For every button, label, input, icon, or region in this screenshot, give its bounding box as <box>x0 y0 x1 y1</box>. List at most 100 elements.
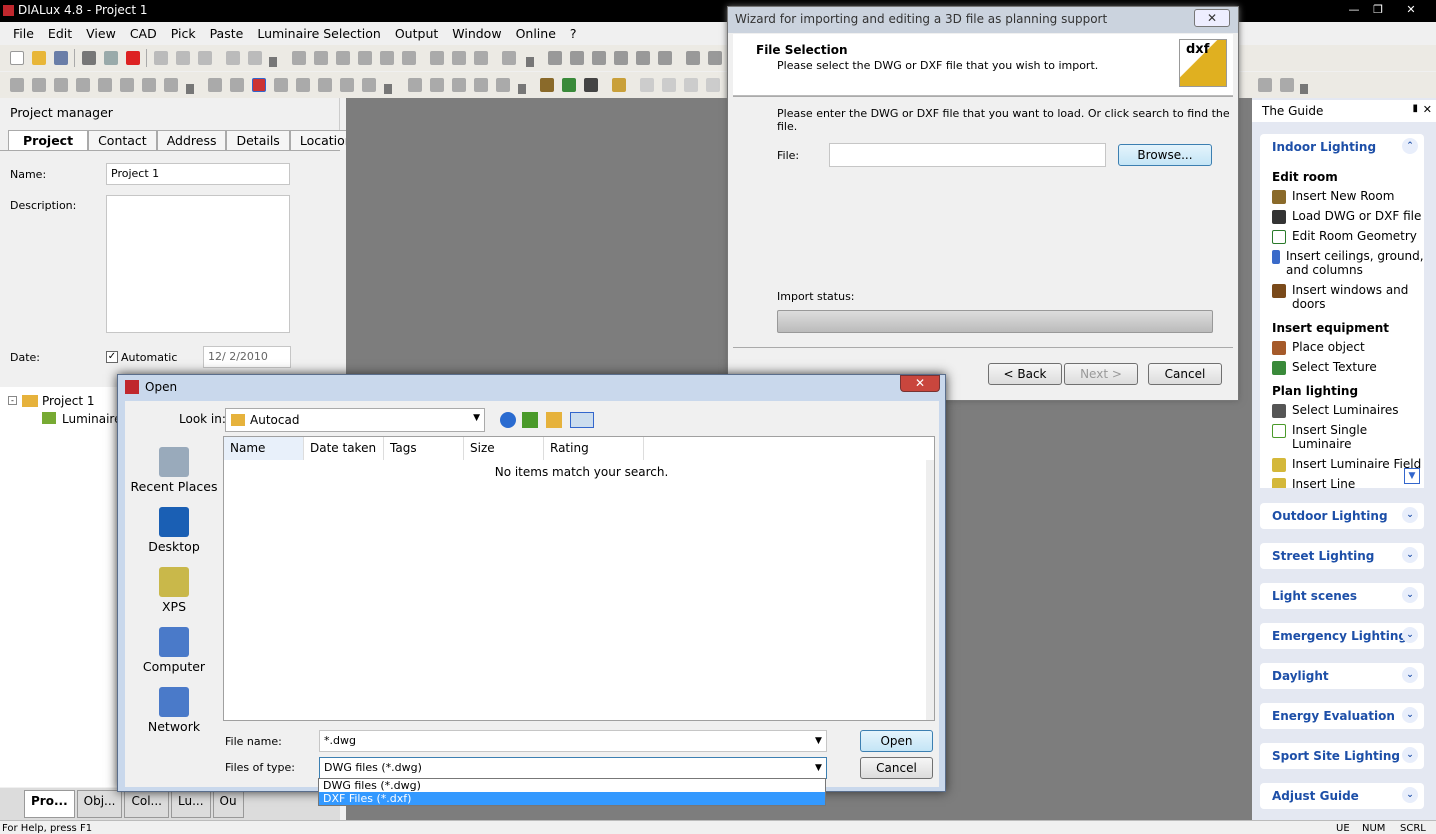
view-floor-icon[interactable] <box>314 51 328 65</box>
cad-tool-icon-5[interactable] <box>98 78 112 92</box>
chevron-up-icon[interactable]: ⌃ <box>1402 138 1418 154</box>
toolbar-overflow-icon[interactable] <box>269 57 277 67</box>
guide-item-load-dwg[interactable]: Load DWG or DXF file <box>1272 209 1424 224</box>
toolbar-overflow-icon-6[interactable] <box>1300 84 1308 94</box>
bottom-tab-colors[interactable]: Col... <box>124 790 169 818</box>
place-computer[interactable]: Computer <box>128 627 220 674</box>
open-close-icon[interactable]: ✕ <box>900 375 940 392</box>
menu-luminaire-selection[interactable]: Luminaire Selection <box>250 26 388 41</box>
open-button[interactable]: Open <box>860 730 933 752</box>
cad-tool-icon-18[interactable] <box>662 78 676 92</box>
dxf-import-icon[interactable] <box>252 78 266 92</box>
view-3d-icon[interactable] <box>292 51 306 65</box>
menu-view[interactable]: View <box>79 26 123 41</box>
cad-tool-icon-2[interactable] <box>32 78 46 92</box>
toolbar-overflow-icon-2[interactable] <box>526 57 534 67</box>
render-6-icon[interactable] <box>658 51 672 65</box>
chevron-down-icon[interactable]: ⌄ <box>1402 707 1418 723</box>
cad-tool-icon-14[interactable] <box>362 78 376 92</box>
tab-address[interactable]: Address <box>156 130 227 150</box>
guide-section-outdoor[interactable]: Outdoor Lighting ⌄ <box>1260 503 1424 529</box>
date-picker[interactable]: 12/ 2/2010 <box>203 346 291 368</box>
wizard-close-icon[interactable]: ✕ <box>1194 9 1230 27</box>
pdf-icon[interactable] <box>126 51 140 65</box>
room-icon[interactable] <box>540 78 554 92</box>
view-side-icon[interactable] <box>336 51 350 65</box>
tab-project[interactable]: Project <box>8 130 89 150</box>
tree-collapse-icon[interactable]: - <box>8 396 17 405</box>
bottom-tab-objects[interactable]: Obj... <box>76 790 123 818</box>
calc-icon[interactable] <box>612 78 626 92</box>
file-path-input[interactable] <box>829 143 1106 167</box>
place-xps[interactable]: XPS <box>128 567 220 614</box>
print-preview-icon[interactable] <box>104 51 118 65</box>
back-arrow-icon[interactable] <box>500 412 516 428</box>
render-4-icon[interactable] <box>614 51 628 65</box>
cad-tool-icon-9[interactable] <box>208 78 222 92</box>
wizard-cancel-button[interactable]: Cancel <box>1148 363 1222 385</box>
pointer-icon[interactable] <box>408 78 422 92</box>
tab-details[interactable]: Details <box>226 130 290 150</box>
render-icon[interactable] <box>548 51 562 65</box>
cut-icon[interactable] <box>154 51 168 65</box>
cad-tool-icon-4[interactable] <box>76 78 90 92</box>
guide-item-insert-single-luminaire[interactable]: Insert Single Luminaire <box>1272 423 1424 451</box>
cad-tool-icon-15[interactable] <box>452 78 466 92</box>
print-icon[interactable] <box>82 51 96 65</box>
chevron-down-icon[interactable]: ⌄ <box>1402 747 1418 763</box>
file-list-scrollbar[interactable] <box>926 460 934 720</box>
minimize-button[interactable]: — <box>1343 2 1365 18</box>
bottom-tab-luminaires[interactable]: Lu... <box>170 790 211 818</box>
automatic-checkbox[interactable]: ✓ <box>106 351 118 363</box>
cad-tool-icon-3[interactable] <box>54 78 68 92</box>
cad-tool-icon-12[interactable] <box>318 78 332 92</box>
bottom-tab-project[interactable]: Pro... <box>24 790 75 818</box>
tool-icon[interactable] <box>502 51 516 65</box>
description-textarea[interactable] <box>106 195 290 333</box>
guide-section-sport[interactable]: Sport Site Lighting ⌄ <box>1260 743 1424 769</box>
render-5-icon[interactable] <box>636 51 650 65</box>
toolbar-overflow-icon-5[interactable] <box>518 84 526 94</box>
chevron-down-icon[interactable]: ⌄ <box>1402 507 1418 523</box>
guide-item-insert-windows[interactable]: Insert windows and doors <box>1272 283 1424 311</box>
option-dwg[interactable]: DWG files (*.dwg) <box>319 779 825 792</box>
toolbar-overflow-icon-4[interactable] <box>384 84 392 94</box>
option-dxf[interactable]: DXF Files (*.dxf) <box>319 792 825 805</box>
chevron-down-icon[interactable]: ⌄ <box>1402 587 1418 603</box>
bottom-tab-output[interactable]: Ou <box>212 790 244 818</box>
cad-tool-icon-16[interactable] <box>496 78 510 92</box>
hand-icon[interactable] <box>474 78 488 92</box>
guide-item-insert-line[interactable]: Insert Line <box>1272 477 1424 488</box>
dxf-icon[interactable] <box>274 78 288 92</box>
col-rating[interactable]: Rating <box>544 437 644 460</box>
tab-contact[interactable]: Contact <box>88 130 157 150</box>
files-of-type-select[interactable]: DWG files (*.dwg) <box>319 757 827 779</box>
menu-online[interactable]: Online <box>509 26 563 41</box>
guide-item-select-luminaires[interactable]: Select Luminaires <box>1272 403 1424 418</box>
orbit-icon[interactable] <box>474 51 488 65</box>
render-7-icon[interactable] <box>686 51 700 65</box>
guide-item-insert-luminaire-field[interactable]: Insert Luminaire Field <box>1272 457 1424 472</box>
undo-icon[interactable] <box>226 51 240 65</box>
cad-tool-icon-10[interactable] <box>230 78 244 92</box>
chevron-down-icon[interactable]: ⌄ <box>1402 787 1418 803</box>
render-3-icon[interactable] <box>592 51 606 65</box>
menu-file[interactable]: File <box>6 26 41 41</box>
up-folder-icon[interactable] <box>522 412 538 428</box>
rotate-icon[interactable] <box>452 51 466 65</box>
chevron-down-icon[interactable]: ⌄ <box>1402 547 1418 563</box>
back-button[interactable]: < Back <box>988 363 1062 385</box>
toolbar-overflow-icon-3[interactable] <box>186 84 194 94</box>
view-menu-icon[interactable] <box>570 412 594 428</box>
menu-output[interactable]: Output <box>388 26 445 41</box>
guide-section-indoor[interactable]: Indoor Lighting ⌃ <box>1260 134 1424 160</box>
menu-help[interactable]: ? <box>563 26 584 41</box>
guide-item-insert-new-room[interactable]: Insert New Room <box>1272 189 1424 204</box>
object-icon[interactable] <box>562 78 576 92</box>
browse-button[interactable]: Browse... <box>1118 144 1212 166</box>
cad-tool-icon-17[interactable] <box>640 78 654 92</box>
col-name[interactable]: Name <box>224 437 304 460</box>
cad-tool-icon-21[interactable] <box>1258 78 1272 92</box>
zoom-fit-icon[interactable] <box>402 51 416 65</box>
cad-tool-icon-7[interactable] <box>142 78 156 92</box>
